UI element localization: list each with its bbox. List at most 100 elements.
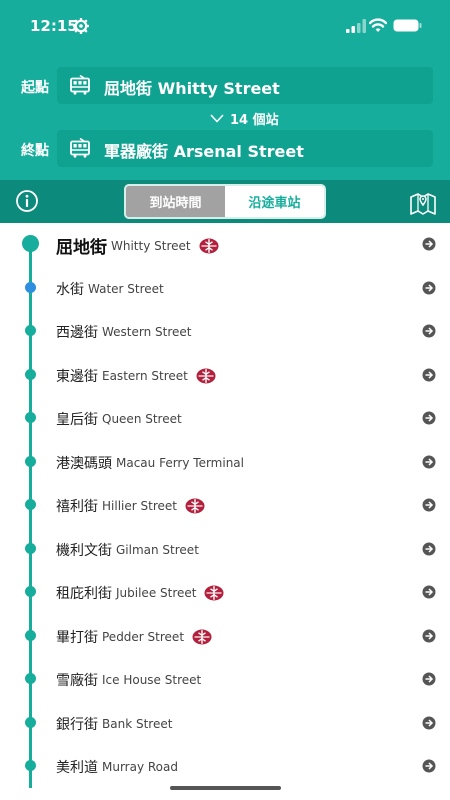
map-icon[interactable] — [409, 188, 437, 216]
mtr-logo-icon — [204, 585, 224, 601]
status-bar: 12:15 — [0, 0, 450, 52]
arrow-right-circle-icon[interactable] — [422, 629, 436, 643]
arrow-right-circle-icon[interactable] — [422, 542, 436, 556]
arrow-right-circle-icon[interactable] — [422, 455, 436, 469]
wifi-icon — [369, 18, 387, 32]
stop-name: 美利道 Murray Road — [56, 757, 178, 777]
stop-row[interactable]: 機利文街 Gilman Street — [0, 528, 450, 571]
arrow-right-circle-icon[interactable] — [422, 411, 436, 425]
stop-name-zh: 屈地街 — [56, 238, 107, 258]
stop-row[interactable]: 雪廠街 Ice House Street — [0, 658, 450, 701]
arrow-right-circle-icon[interactable] — [422, 672, 436, 686]
status-time: 12:15 — [30, 17, 78, 35]
arrow-right-circle-icon[interactable] — [422, 368, 436, 382]
origin-stop-marker — [22, 235, 39, 252]
view-toolbar: 到站時間 沿途車站 — [0, 180, 450, 223]
stop-name: 雪廠街 Ice House Street — [56, 670, 201, 690]
stop-row[interactable]: 西邊街 Western Street — [0, 310, 450, 353]
stop-marker — [25, 760, 36, 771]
stop-name: 水街 Water Street — [56, 279, 164, 299]
origin-label: 起點 — [21, 80, 49, 96]
stop-marker — [25, 716, 36, 728]
stop-name: 皇后街 Queen Street — [56, 409, 182, 429]
stop-marker — [25, 542, 36, 554]
arrow-right-circle-icon[interactable] — [422, 281, 436, 295]
stop-name: 屈地街 Whitty Street — [56, 233, 219, 258]
stop-name-zh: 水街 — [56, 281, 84, 298]
battery-icon — [393, 19, 422, 32]
destination-label: 終點 — [21, 143, 49, 159]
stop-name-en: Jubilee Street — [116, 586, 197, 600]
stop-marker — [25, 325, 36, 336]
home-indicator — [170, 786, 281, 790]
stop-name-en: Water Street — [88, 281, 164, 296]
stop-name-zh: 租庇利街 — [56, 586, 112, 602]
tram-icon — [70, 138, 90, 158]
arrow-right-circle-icon[interactable] — [422, 237, 436, 251]
arrow-right-circle-icon[interactable] — [422, 759, 436, 773]
stop-name: 畢打街 Pedder Street — [56, 627, 212, 647]
cellular-signal-icon — [346, 19, 366, 33]
stop-marker — [25, 629, 36, 641]
stops-count-label: 14 個站 — [230, 112, 279, 128]
info-icon[interactable] — [15, 189, 39, 213]
stop-name-en: Ice House Street — [102, 673, 202, 687]
stop-marker — [25, 412, 36, 423]
tab-arrival-time[interactable]: 到站時間 — [126, 186, 225, 217]
stop-name-en: Macau Ferry Terminal — [116, 455, 244, 470]
stop-name-zh: 東邊街 — [56, 368, 98, 385]
stop-marker — [25, 281, 36, 293]
stop-row[interactable]: 港澳碼頭 Macau Ferry Terminal — [0, 441, 450, 484]
stop-name: 銀行街 Bank Street — [56, 714, 172, 734]
stop-name: 機利文街 Gilman Street — [56, 540, 199, 560]
stop-name-zh: 機利文街 — [56, 542, 112, 559]
stop-name: 禧利街 Hillier Street — [56, 496, 205, 516]
stop-marker — [25, 499, 36, 510]
mtr-logo-icon — [192, 629, 212, 644]
stop-name-zh: 西邊街 — [56, 325, 98, 341]
arrow-right-circle-icon[interactable] — [422, 716, 436, 730]
stop-row[interactable]: 畢打街 Pedder Street — [0, 615, 450, 658]
stop-name-zh: 港澳碼頭 — [56, 455, 112, 472]
stop-name-en: Eastern Street — [102, 368, 188, 383]
stop-list: 屈地街 Whitty Street 水街 Water Street 西邊街 Western… — [0, 223, 450, 788]
stop-row[interactable]: 水街 Water Street — [0, 267, 450, 310]
stop-name-zh: 皇后街 — [56, 412, 98, 428]
stop-name-en: Western Street — [102, 325, 192, 339]
arrow-right-circle-icon[interactable] — [422, 324, 436, 338]
origin-field[interactable]: 屈地街 Whitty Street — [57, 67, 433, 104]
route-header: 12:15 起點 屈地街 Whitty Street 14 個站 終點 軍器廠街… — [0, 0, 450, 180]
stop-name-en: Hillier Street — [102, 499, 177, 513]
stop-marker — [25, 455, 36, 467]
tram-icon — [70, 75, 90, 95]
stop-row[interactable]: 東邊街 Eastern Street — [0, 354, 450, 397]
stop-name: 港澳碼頭 Macau Ferry Terminal — [56, 453, 244, 473]
mtr-logo-icon — [185, 498, 205, 514]
stop-name: 西邊街 Western Street — [56, 322, 192, 342]
origin-value: 屈地街 Whitty Street — [104, 79, 280, 98]
gear-icon — [73, 18, 89, 34]
stop-name-zh: 畢打街 — [56, 629, 98, 646]
stop-marker — [25, 673, 36, 684]
destination-field[interactable]: 軍器廠街 Arsenal Street — [57, 130, 433, 167]
arrow-right-circle-icon[interactable] — [422, 498, 436, 512]
tab-stops-along-route[interactable]: 沿途車站 — [225, 186, 324, 217]
stop-row[interactable]: 銀行街 Bank Street — [0, 702, 450, 745]
stop-row[interactable]: 皇后街 Queen Street — [0, 397, 450, 440]
stop-row[interactable]: 租庇利街 Jubilee Street — [0, 571, 450, 614]
stop-name-zh: 銀行街 — [56, 716, 98, 733]
stop-name-zh: 禧利街 — [56, 499, 98, 515]
view-segmented-control: 到站時間 沿途車站 — [124, 184, 326, 219]
mtr-logo-icon — [199, 238, 219, 253]
stop-row[interactable]: 屈地街 Whitty Street — [0, 223, 450, 266]
stops-count-toggle[interactable]: 14 個站 — [210, 109, 279, 128]
stop-name-zh: 美利道 — [56, 760, 98, 776]
stop-name-en: Murray Road — [102, 760, 178, 774]
stop-marker — [25, 586, 36, 597]
arrow-right-circle-icon[interactable] — [422, 585, 436, 599]
stop-row[interactable]: 禧利街 Hillier Street — [0, 484, 450, 527]
destination-value: 軍器廠街 Arsenal Street — [104, 142, 304, 161]
stop-row[interactable]: 美利道 Murray Road — [0, 745, 450, 788]
stop-name-zh: 雪廠街 — [56, 673, 98, 689]
stop-name-en: Whitty Street — [111, 238, 191, 253]
